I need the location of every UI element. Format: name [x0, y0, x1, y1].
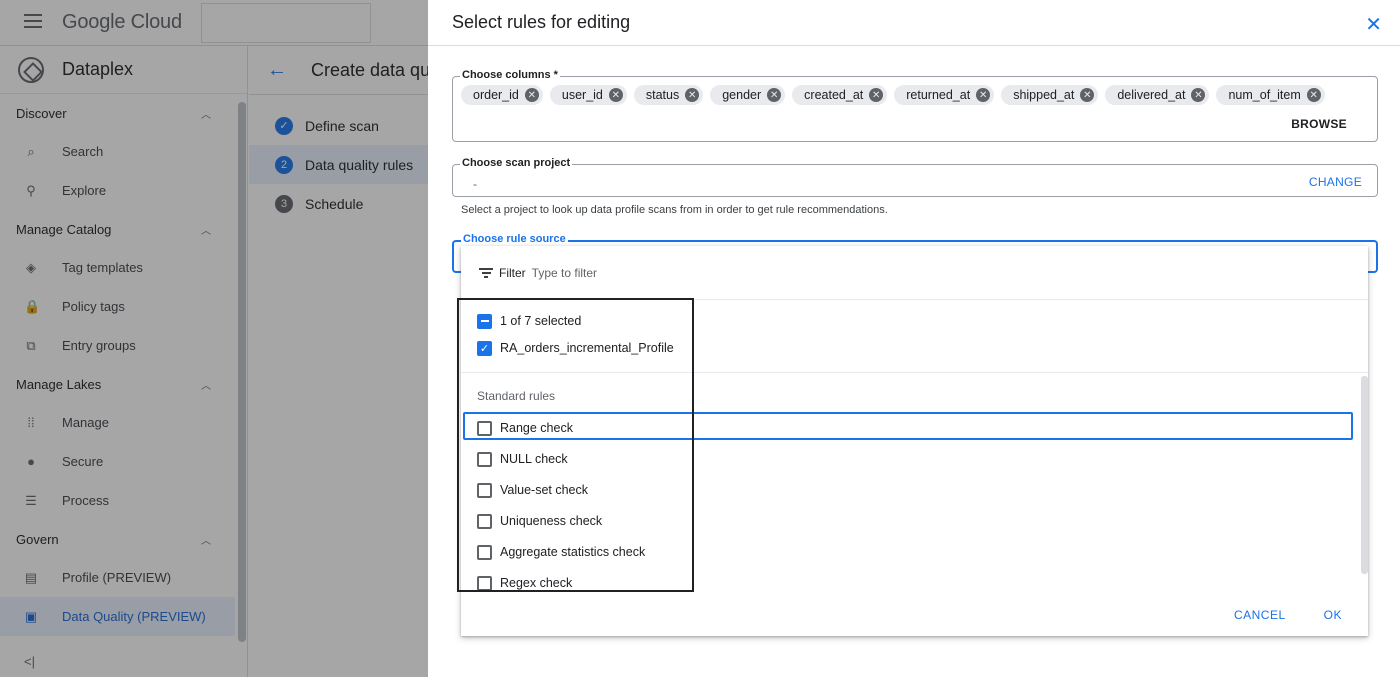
remove-chip-icon[interactable]: ✕ — [685, 88, 700, 102]
column-chip[interactable]: gender ✕ — [710, 85, 786, 105]
scan-project-value: - — [473, 177, 477, 191]
dropdown-scrollbar[interactable] — [1361, 376, 1368, 574]
panel-header: Select rules for editing ✕ — [428, 0, 1400, 46]
ok-button[interactable]: OK — [1324, 608, 1342, 622]
column-chip-label: num_of_item — [1228, 88, 1301, 102]
remove-chip-icon[interactable]: ✕ — [869, 88, 884, 102]
remove-chip-icon[interactable]: ✕ — [608, 88, 623, 102]
dropdown-actions: CANCEL OK — [1196, 608, 1342, 622]
close-icon[interactable]: ✕ — [1365, 12, 1382, 37]
column-chip[interactable]: shipped_at ✕ — [1001, 85, 1099, 105]
remove-chip-icon[interactable]: ✕ — [1306, 88, 1321, 102]
scan-project-label: Choose scan project — [460, 157, 573, 169]
modal-scrim[interactable] — [0, 0, 428, 677]
column-chip-label: returned_at — [906, 88, 971, 102]
column-chip[interactable]: user_id ✕ — [549, 85, 627, 105]
columns-field[interactable]: Choose columns * order_id ✕ user_id ✕ status… — [452, 69, 1378, 142]
column-chip-label: created_at — [804, 88, 864, 102]
filter-row[interactable]: Filter Type to filter — [461, 246, 1368, 300]
column-chip[interactable]: delivered_at ✕ — [1105, 85, 1210, 105]
column-chip[interactable]: returned_at ✕ — [894, 85, 995, 105]
scan-project-field[interactable]: Choose scan project - CHANGE — [452, 157, 1378, 197]
remove-chip-icon[interactable]: ✕ — [1080, 88, 1095, 102]
column-chip[interactable]: order_id ✕ — [461, 85, 543, 105]
columns-label: Choose columns * — [460, 69, 560, 81]
highlight-annotation-box — [457, 298, 694, 592]
remove-chip-icon[interactable]: ✕ — [976, 88, 991, 102]
cancel-button[interactable]: CANCEL — [1234, 608, 1286, 622]
column-chip-label: delivered_at — [1117, 88, 1186, 102]
filter-icon — [479, 266, 493, 280]
column-chip[interactable]: num_of_item ✕ — [1216, 85, 1325, 105]
scan-project-helper: Select a project to look up data profile… — [461, 204, 888, 216]
column-chip-label: status — [645, 88, 680, 102]
panel-title: Select rules for editing — [452, 12, 631, 32]
filter-input[interactable]: Type to filter — [532, 266, 597, 280]
change-button[interactable]: CHANGE — [1309, 175, 1362, 189]
column-chip[interactable]: status ✕ — [633, 85, 704, 105]
column-chip[interactable]: created_at ✕ — [792, 85, 888, 105]
browse-button[interactable]: BROWSE — [1291, 117, 1347, 131]
column-chip-label: gender — [722, 88, 762, 102]
column-chip-label: shipped_at — [1013, 88, 1075, 102]
column-chip-label: user_id — [561, 88, 603, 102]
column-chip-label: order_id — [473, 88, 519, 102]
remove-chip-icon[interactable]: ✕ — [524, 88, 539, 102]
column-chips: order_id ✕ user_id ✕ status ✕ gender ✕ created_a… — [461, 85, 1332, 105]
remove-chip-icon[interactable]: ✕ — [767, 88, 782, 102]
rule-source-label: Choose rule source — [461, 233, 568, 245]
remove-chip-icon[interactable]: ✕ — [1191, 88, 1206, 102]
filter-label: Filter — [499, 265, 526, 280]
